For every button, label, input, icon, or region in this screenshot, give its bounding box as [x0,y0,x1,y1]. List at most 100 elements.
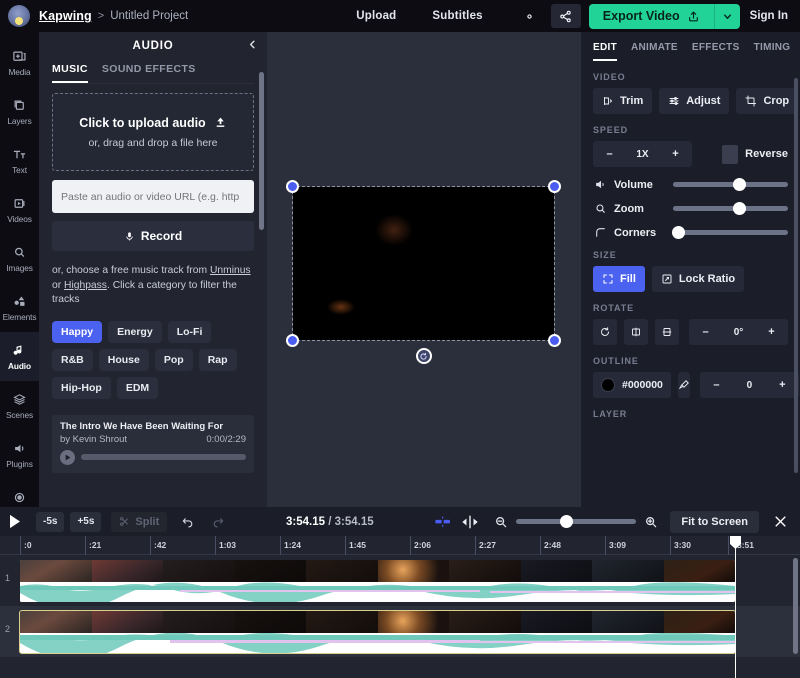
export-video-button[interactable]: Export Video [589,4,714,29]
zoom-in-button[interactable] [644,515,658,529]
rotate-plus-button[interactable]: + [755,326,788,338]
chip-house[interactable]: House [99,349,149,371]
snap-magnet-icon[interactable] [434,515,452,529]
resize-handle-top-right[interactable] [548,180,561,193]
chip-hiphop[interactable]: Hip-Hop [52,377,111,399]
timeline-track-1[interactable]: 1 [0,555,800,606]
timeline-ruler[interactable]: :0 :21 :42 1:03 1:24 1:45 2:06 2:27 2:48… [0,536,800,555]
volume-slider[interactable] [673,182,788,187]
media-icon [12,49,27,64]
rotate-minus-button[interactable]: – [689,326,722,338]
rail-item-media[interactable]: Media [0,38,39,87]
eyedropper-button[interactable] [678,372,690,398]
play-button[interactable] [8,514,22,529]
properties-scrollbar[interactable] [794,78,798,473]
resize-handle-top-left[interactable] [286,180,299,193]
tab-animate[interactable]: ANIMATE [631,42,678,61]
audio-panel-scrollbar[interactable] [259,72,264,230]
split-view-icon[interactable] [462,515,478,529]
lock-ratio-button[interactable]: Lock Ratio [652,266,744,292]
outline-width-value: 0 [733,380,766,391]
tab-timing[interactable]: TIMING [754,42,791,61]
forward-5s-button[interactable]: +5s [70,512,101,532]
resize-handle-bottom-right[interactable] [548,334,561,347]
rail-item-videos[interactable]: Videos [0,185,39,234]
music-track-card[interactable]: The Intro We Have Been Waiting For by Ke… [52,415,254,473]
share-button[interactable] [551,4,581,28]
timeline[interactable]: :0 :21 :42 1:03 1:24 1:45 2:06 2:27 2:48… [0,536,800,678]
timeline-zoom-knob[interactable] [560,515,573,528]
undo-button[interactable] [181,515,195,528]
audio-url-input[interactable] [52,180,254,213]
link-unminus[interactable]: Unminus [210,265,251,276]
audio-dropzone[interactable]: Click to upload audio or, drag and drop … [52,93,254,171]
volume-slider-knob[interactable] [733,178,746,191]
fit-to-screen-button[interactable]: Fit to Screen [670,511,759,533]
timeline-scrollbar[interactable] [793,558,798,654]
rail-item-images[interactable]: Images [0,234,39,283]
tab-music[interactable]: MUSIC [52,63,88,83]
rail-item-audio[interactable]: Audio [0,332,39,381]
magnifier-icon [593,202,607,215]
chip-lofi[interactable]: Lo-Fi [168,321,212,343]
tab-effects[interactable]: EFFECTS [692,42,740,61]
redo-button[interactable] [211,515,225,528]
record-button[interactable]: Record [52,221,254,251]
outline-color-button[interactable]: #000000 [593,372,671,398]
rail-item-plugins[interactable]: Plugins [0,430,39,479]
resize-handle-bottom-left[interactable] [286,334,299,347]
rail-item-scenes[interactable]: Scenes [0,381,39,430]
zoom-slider-knob[interactable] [733,202,746,215]
ruler-tick-label: 2:06 [414,540,431,550]
adjust-button[interactable]: Adjust [659,88,729,114]
chip-rnb[interactable]: R&B [52,349,93,371]
fill-button[interactable]: Fill [593,266,645,292]
timeline-clip[interactable] [20,611,735,653]
corners-slider[interactable] [673,230,788,235]
track-progress-bar[interactable] [81,454,246,460]
trim-button[interactable]: Trim [593,88,652,114]
timeline-clip[interactable] [20,560,735,602]
rail-item-layers[interactable]: Layers [0,87,39,136]
corners-slider-knob[interactable] [672,226,685,239]
sign-in-button[interactable]: Sign In [750,10,788,22]
rotate-button[interactable] [593,319,617,345]
split-button[interactable]: Split [111,512,167,532]
speed-plus-button[interactable]: + [659,148,692,160]
rail-item-elements[interactable]: Elements [0,283,39,332]
crop-button[interactable]: Crop [736,88,798,114]
rotate-handle[interactable] [416,348,432,364]
chip-happy[interactable]: Happy [52,321,102,343]
speed-minus-button[interactable]: – [593,148,626,160]
chip-energy[interactable]: Energy [108,321,162,343]
timeline-track-2[interactable]: 2 [0,606,800,657]
chevron-left-icon[interactable] [247,38,258,53]
video-canvas-area[interactable] [267,32,581,507]
back-5s-button[interactable]: -5s [36,512,64,532]
flip-horizontal-button[interactable] [624,319,648,345]
chip-edm[interactable]: EDM [117,377,158,399]
zoom-out-button[interactable] [494,515,508,529]
rail-item-text[interactable]: Text [0,136,39,185]
reverse-checkbox[interactable] [722,145,739,164]
crop-label: Crop [763,95,789,107]
subtitles-button[interactable]: Subtitles [432,10,482,22]
outline-minus-button[interactable]: – [700,379,733,391]
chip-pop[interactable]: Pop [155,349,193,371]
project-name[interactable]: Untitled Project [110,10,188,22]
export-dropdown-button[interactable] [714,4,740,29]
video-frame[interactable] [293,187,554,340]
chip-rap[interactable]: Rap [199,349,237,371]
gear-icon[interactable] [519,5,541,27]
brand-name[interactable]: Kapwing [39,9,92,23]
playhead[interactable] [735,536,736,678]
track-play-button[interactable] [60,450,75,465]
link-highpass[interactable]: Highpass [64,280,107,291]
flip-vertical-button[interactable] [655,319,679,345]
zoom-slider[interactable] [673,206,788,211]
upload-button[interactable]: Upload [356,10,396,22]
close-timeline-button[interactable] [773,514,788,529]
tab-edit[interactable]: EDIT [593,42,617,61]
tab-sound-effects[interactable]: SOUND EFFECTS [102,63,196,83]
timeline-zoom-slider[interactable] [516,519,636,524]
